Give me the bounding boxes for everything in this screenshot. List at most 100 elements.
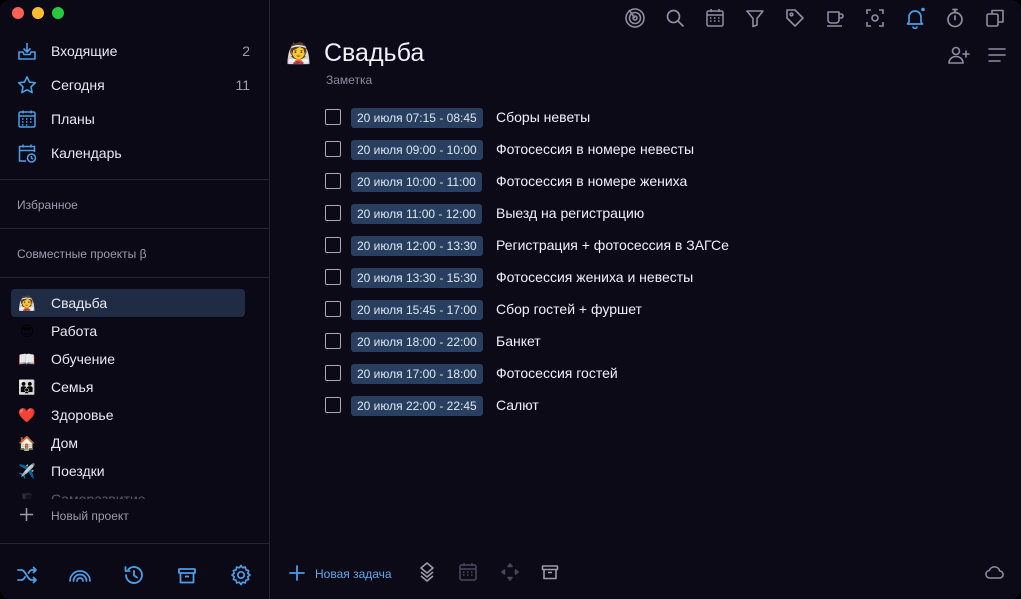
calendar-icon[interactable]: [704, 7, 726, 29]
inbox-icon: [17, 41, 37, 61]
task-title[interactable]: Банкет: [496, 333, 541, 349]
plus-icon: [288, 564, 306, 582]
sidebar-item-today[interactable]: Сегодня 11: [0, 68, 269, 102]
add-member-icon[interactable]: [947, 44, 970, 66]
sidebar-item-calendar[interactable]: Календарь: [0, 136, 269, 170]
task-row[interactable]: 20 июля 07:15 - 08:45 Сборы неветы: [325, 106, 965, 138]
task-time-chip[interactable]: 20 июля 10:00 - 11:00: [351, 172, 482, 192]
task-time-chip[interactable]: 20 июля 07:15 - 08:45: [351, 108, 483, 128]
project-item-work[interactable]: 😎 Работа: [0, 317, 269, 345]
coffee-icon[interactable]: [824, 7, 846, 29]
task-title[interactable]: Сборы неветы: [496, 109, 590, 125]
task-checkbox[interactable]: [325, 333, 341, 349]
project-emoji: 📖: [18, 351, 36, 367]
project-label: Здоровье: [51, 407, 114, 423]
task-checkbox[interactable]: [325, 141, 341, 157]
task-title[interactable]: Фотосессия в номере невесты: [496, 141, 694, 157]
trash-icon[interactable]: [175, 563, 199, 587]
task-checkbox[interactable]: [325, 237, 341, 253]
minimize-window-button[interactable]: [32, 7, 44, 19]
task-time-chip[interactable]: 20 июля 13:30 - 15:30: [351, 268, 483, 288]
task-time-chip[interactable]: 20 июля 18:00 - 22:00: [351, 332, 483, 352]
task-row[interactable]: 20 июля 11:00 - 12:00 Выезд на регистрац…: [325, 202, 965, 234]
task-time-chip[interactable]: 20 июля 11:00 - 12:00: [351, 204, 482, 224]
divider: [0, 228, 269, 229]
task-checkbox[interactable]: [325, 205, 341, 221]
copy-icon[interactable]: [984, 7, 1006, 29]
plans-calendar-icon: [17, 109, 37, 129]
task-title[interactable]: Фотосессия жениха и невесты: [496, 269, 693, 285]
zoom-window-button[interactable]: [52, 7, 64, 19]
task-checkbox[interactable]: [325, 109, 341, 125]
sidebar-nav: Входящие 2 Сегодня 11 Планы Календарь: [0, 34, 269, 170]
bell-icon[interactable]: [904, 7, 926, 29]
project-title-emoji: 👰: [286, 43, 311, 65]
menu-icon[interactable]: [986, 44, 1008, 66]
timer-icon[interactable]: [944, 7, 966, 29]
task-row[interactable]: 20 июля 09:00 - 10:00 Фотосессия в номер…: [325, 138, 965, 170]
task-checkbox[interactable]: [325, 173, 341, 189]
divider: [0, 277, 269, 278]
project-label: Свадьба: [51, 295, 108, 311]
main-footer: Новая задача: [270, 560, 1021, 588]
search-icon[interactable]: [664, 7, 686, 29]
tag-icon[interactable]: [784, 7, 806, 29]
sidebar-bottom-bar: [0, 560, 269, 590]
task-row[interactable]: 20 июля 15:45 - 17:00 Сбор гостей + фурш…: [325, 298, 965, 330]
scan-icon[interactable]: [864, 7, 886, 29]
sidebar-item-inbox[interactable]: Входящие 2: [0, 34, 269, 68]
task-title[interactable]: Сбор гостей + фуршет: [496, 301, 642, 317]
task-row[interactable]: 20 июля 10:00 - 11:00 Фотосессия в номер…: [325, 170, 965, 202]
shared-projects-section-label[interactable]: Совместные проекты β: [17, 247, 147, 261]
shuffle-icon[interactable]: [15, 563, 39, 587]
project-item-trips[interactable]: ✈️ Поездки: [0, 457, 269, 485]
task-checkbox[interactable]: [325, 365, 341, 381]
task-checkbox[interactable]: [325, 301, 341, 317]
close-window-button[interactable]: [12, 7, 24, 19]
project-item-wedding[interactable]: 👰 Свадьба: [11, 289, 245, 317]
task-row[interactable]: 20 июля 13:30 - 15:30 Фотосессия жениха …: [325, 266, 965, 298]
count-badge: 11: [235, 77, 250, 93]
new-project-button[interactable]: Новый проект: [0, 504, 269, 528]
focus-icon[interactable]: [624, 7, 646, 29]
task-time-chip[interactable]: 20 июля 22:00 - 22:45: [351, 396, 483, 416]
project-item-family[interactable]: 👪 Семья: [0, 373, 269, 401]
project-item-health[interactable]: ❤️ Здоровье: [0, 401, 269, 429]
favorites-section-label[interactable]: Избранное: [17, 198, 78, 212]
task-checkbox[interactable]: [325, 397, 341, 413]
filter-icon[interactable]: [744, 7, 766, 29]
task-time-chip[interactable]: 20 июля 12:00 - 13:30: [351, 236, 483, 256]
task-time-chip[interactable]: 20 июля 09:00 - 10:00: [351, 140, 483, 160]
project-item-self-development[interactable]: 🎩 Саморазвитие: [0, 485, 269, 499]
count-badge: 2: [242, 43, 250, 59]
history-icon[interactable]: [122, 563, 146, 587]
project-item-home[interactable]: 🏠 Дом: [0, 429, 269, 457]
task-title[interactable]: Фотосессия в номере жениха: [496, 173, 687, 189]
rainbow-icon[interactable]: [68, 563, 92, 587]
new-task-label: Новая задача: [315, 567, 392, 581]
project-emoji: 👪: [18, 379, 36, 395]
task-row[interactable]: 20 июля 17:00 - 18:00 Фотосессия гостей: [325, 362, 965, 394]
settings-icon[interactable]: [229, 563, 253, 587]
task-row[interactable]: 20 июля 22:00 - 22:45 Салют: [325, 394, 965, 426]
task-row[interactable]: 20 июля 18:00 - 22:00 Банкет: [325, 330, 965, 362]
task-title[interactable]: Выезд на регистрацию: [496, 205, 644, 221]
note-placeholder[interactable]: Заметка: [326, 73, 372, 87]
sidebar-item-plans[interactable]: Планы: [0, 102, 269, 136]
calendar-icon: [457, 561, 479, 583]
layers-icon[interactable]: [416, 561, 438, 583]
project-label: Обучение: [51, 351, 116, 367]
page-title[interactable]: Свадьба: [324, 39, 424, 68]
project-item-learning[interactable]: 📖 Обучение: [0, 345, 269, 373]
cloud-sync-icon[interactable]: [983, 561, 1005, 583]
sidebar: Входящие 2 Сегодня 11 Планы Календарь Из…: [0, 0, 270, 599]
trash-icon[interactable]: [539, 561, 561, 583]
task-checkbox[interactable]: [325, 269, 341, 285]
sidebar-item-label: Календарь: [51, 145, 122, 161]
task-title[interactable]: Регистрация + фотосессия в ЗАГСе: [496, 237, 729, 253]
task-time-chip[interactable]: 20 июля 17:00 - 18:00: [351, 364, 483, 384]
task-row[interactable]: 20 июля 12:00 - 13:30 Регистрация + фото…: [325, 234, 965, 266]
task-title[interactable]: Салют: [496, 397, 539, 413]
task-title[interactable]: Фотосессия гостей: [496, 365, 618, 381]
task-time-chip[interactable]: 20 июля 15:45 - 17:00: [351, 300, 483, 320]
